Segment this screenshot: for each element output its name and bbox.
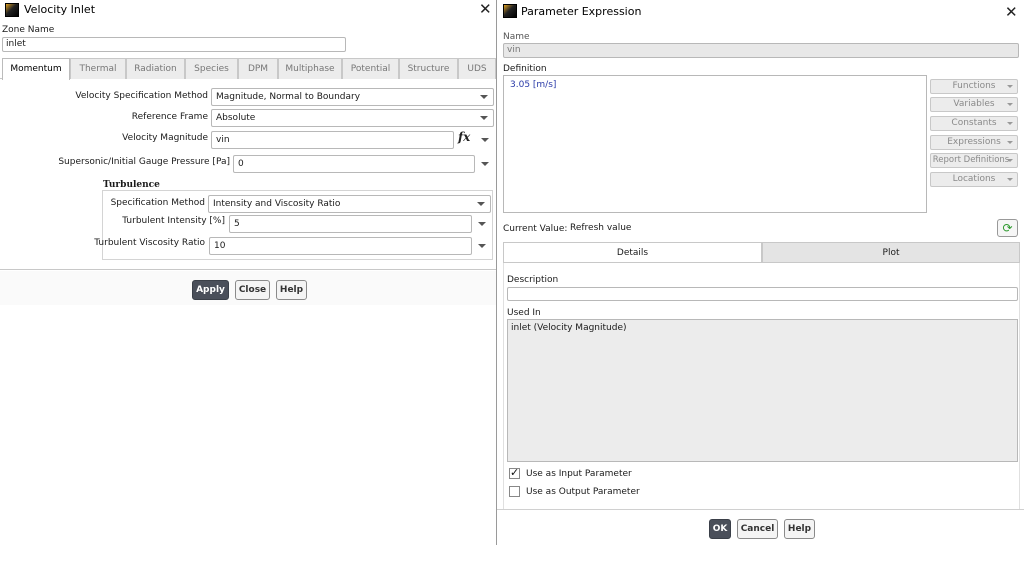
help-button[interactable]: Help — [276, 280, 307, 300]
turbulence-heading: Turbulence — [103, 180, 160, 190]
turb-visc-label: Turbulent Viscosity Ratio — [94, 238, 205, 248]
chevron-down-icon — [1007, 178, 1013, 181]
chevron-down-icon[interactable] — [481, 162, 489, 166]
turb-spec-dropdown[interactable]: Intensity and Viscosity Ratio — [208, 195, 491, 213]
tab-uds[interactable]: UDS — [458, 58, 496, 79]
dialog-title: Velocity Inlet — [24, 3, 96, 16]
zone-name-input[interactable]: inlet — [2, 37, 346, 52]
turb-spec-value: Intensity and Viscosity Ratio — [213, 199, 341, 209]
cancel-button[interactable]: Cancel — [737, 519, 778, 539]
velocity-inlet-dialog: Velocity Inlet ✕ Zone Name inlet Momentu… — [0, 0, 497, 545]
velocity-magnitude-input[interactable]: vin — [211, 131, 454, 149]
tab-bar: Momentum Thermal Radiation Species DPM M… — [0, 58, 496, 80]
chevron-down-icon — [1007, 141, 1013, 144]
refresh-icon[interactable]: ⟳ — [997, 219, 1018, 237]
turbulence-group: Specification Method Intensity and Visco… — [94, 190, 493, 260]
close-icon[interactable]: ✕ — [1005, 3, 1018, 21]
expressions-button[interactable]: Expressions — [930, 135, 1018, 150]
fx-icon-text: fx — [458, 130, 471, 144]
expressions-label: Expressions — [947, 137, 1001, 147]
close-icon[interactable]: ✕ — [479, 0, 492, 18]
chevron-down-icon[interactable] — [481, 138, 489, 142]
velocity-spec-label: Velocity Specification Method — [75, 91, 208, 101]
parameter-expression-titlebar: Parameter Expression ✕ — [497, 0, 1024, 22]
velocity-spec-dropdown[interactable]: Magnitude, Normal to Boundary — [211, 88, 494, 106]
description-input[interactable] — [507, 287, 1018, 301]
use-input-label: Use as Input Parameter — [526, 469, 632, 479]
tab-details[interactable]: Details — [503, 242, 762, 263]
constants-label: Constants — [951, 118, 997, 128]
gauge-pressure-input[interactable]: 0 — [233, 155, 475, 173]
report-definitions-label: Report Definitions — [932, 155, 1010, 165]
chevron-down-icon[interactable] — [478, 222, 486, 226]
refresh-value-link[interactable]: Refresh value — [570, 223, 631, 233]
chevron-down-icon — [1007, 122, 1013, 125]
locations-button[interactable]: Locations — [930, 172, 1018, 187]
fluent-app-icon — [5, 3, 19, 17]
chevron-down-icon — [480, 95, 488, 99]
reference-frame-value: Absolute — [216, 113, 256, 123]
turb-spec-label: Specification Method — [110, 198, 205, 208]
tab-plot[interactable]: Plot — [762, 242, 1020, 263]
functions-button[interactable]: Functions — [930, 79, 1018, 94]
apply-button[interactable]: Apply — [192, 280, 229, 300]
tab-structure[interactable]: Structure — [399, 58, 458, 79]
fx-expression-icon[interactable]: fx — [458, 130, 470, 144]
definition-label: Definition — [503, 64, 547, 74]
chevron-down-icon — [1007, 159, 1013, 162]
ok-button[interactable]: OK — [709, 519, 731, 539]
details-panel: Description Used In inlet (Velocity Magn… — [503, 263, 1020, 509]
tab-momentum[interactable]: Momentum — [2, 58, 70, 80]
close-button[interactable]: Close — [235, 280, 270, 300]
current-value-label: Current Value: — [503, 224, 568, 234]
tab-thermal[interactable]: Thermal — [70, 58, 126, 79]
constants-button[interactable]: Constants — [930, 116, 1018, 131]
name-label: Name — [503, 32, 530, 42]
turb-visc-input[interactable]: 10 — [209, 237, 472, 255]
chevron-down-icon — [477, 202, 485, 206]
definition-editor[interactable]: 3.05 [m/s] — [503, 75, 927, 213]
chevron-down-icon — [1007, 85, 1013, 88]
velocity-inlet-titlebar: Velocity Inlet ✕ — [0, 0, 496, 20]
gauge-pressure-label: Supersonic/Initial Gauge Pressure [Pa] — [58, 157, 230, 167]
divider — [497, 509, 1024, 510]
tab-dpm[interactable]: DPM — [238, 58, 278, 79]
velocity-spec-value: Magnitude, Normal to Boundary — [216, 92, 361, 102]
description-label: Description — [507, 275, 559, 285]
variables-label: Variables — [953, 99, 995, 109]
locations-label: Locations — [952, 174, 996, 184]
tab-species[interactable]: Species — [185, 58, 238, 79]
tab-potential[interactable]: Potential — [342, 58, 399, 79]
parameter-expression-dialog: Parameter Expression ✕ Name vin Definiti… — [497, 0, 1024, 545]
used-in-label: Used In — [507, 308, 541, 318]
zone-name-label: Zone Name — [2, 25, 55, 35]
report-definitions-button[interactable]: Report Definitions — [930, 153, 1018, 168]
reference-frame-label: Reference Frame — [131, 112, 208, 122]
use-output-checkbox[interactable] — [509, 486, 520, 497]
fluent-app-icon — [503, 4, 517, 18]
use-output-label: Use as Output Parameter — [526, 487, 640, 497]
name-input[interactable]: vin — [503, 43, 1019, 58]
checkmark-icon: ✓ — [510, 466, 520, 479]
dialog-title: Parameter Expression — [521, 5, 642, 18]
turb-intensity-input[interactable]: 5 — [229, 215, 472, 233]
use-input-checkbox[interactable]: ✓ — [509, 466, 520, 479]
button-bar: Apply Close Help — [0, 271, 496, 305]
functions-label: Functions — [952, 81, 996, 91]
variables-button[interactable]: Variables — [930, 97, 1018, 112]
velocity-magnitude-label: Velocity Magnitude — [122, 133, 208, 143]
tab-radiation[interactable]: Radiation — [126, 58, 185, 79]
chevron-down-icon[interactable] — [478, 244, 486, 248]
chevron-down-icon — [1007, 103, 1013, 106]
momentum-panel: Velocity Specification Method Magnitude,… — [0, 80, 496, 270]
help-button[interactable]: Help — [784, 519, 815, 539]
tab-multiphase[interactable]: Multiphase — [278, 58, 342, 79]
chevron-down-icon — [480, 116, 488, 120]
turb-intensity-label: Turbulent Intensity [%] — [122, 216, 225, 226]
used-in-list: inlet (Velocity Magnitude) — [507, 319, 1018, 462]
reference-frame-dropdown[interactable]: Absolute — [211, 109, 494, 127]
